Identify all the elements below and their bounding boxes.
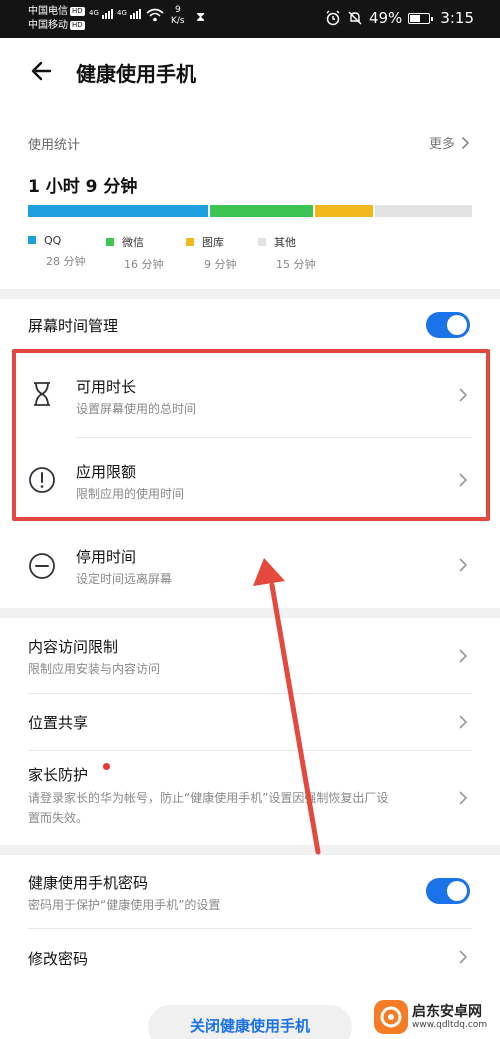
page-title: 健康使用手机 (76, 62, 196, 86)
carrier-1: 中国电信 (28, 6, 68, 17)
signal-bars-icon (129, 9, 142, 19)
app-header: 健康使用手机 (0, 38, 500, 108)
more-link[interactable]: 更多 (429, 133, 470, 152)
back-arrow-icon[interactable] (28, 56, 58, 86)
row-description: 请登录家长的华为帐号，防止“健康使用手机”设置因强制恢复出厂设 (28, 791, 389, 805)
watermark: 启东安卓网 www.qdltdq.com (370, 998, 500, 1039)
signal-1: 4G (89, 9, 114, 19)
screen-time-title: 屏幕时间管理 (28, 317, 119, 335)
notification-dot (103, 763, 110, 770)
alarm-icon (326, 10, 340, 26)
password-title: 健康使用手机密码 (28, 874, 149, 892)
row-title: 家长防护 (28, 766, 89, 784)
usage-segment (210, 205, 314, 217)
row-title: 位置共享 (28, 714, 89, 732)
divider (28, 928, 472, 929)
watermark-logo-icon (374, 1000, 408, 1034)
more-label: 更多 (428, 137, 455, 152)
carrier-info: 中国电信 HD 中国移动 HD (28, 5, 85, 33)
usage-segment (315, 205, 374, 217)
wifi-icon (146, 8, 164, 22)
hd-badge: HD (70, 7, 85, 16)
legend-color-dot (28, 236, 36, 244)
minus-circle-icon (29, 553, 55, 579)
legend-item: 微信 16 分钟 (106, 234, 164, 272)
usage-segment (375, 205, 472, 217)
legend-item: QQ 28 分钟 (28, 234, 86, 269)
section-separator (0, 608, 500, 618)
watermark-url: www.qdltdq.com (412, 1020, 488, 1030)
screen-time-toggle[interactable] (426, 312, 470, 338)
legend-item: 其他 15 分钟 (258, 234, 316, 272)
hd-badge: HD (70, 21, 85, 30)
chevron-right-icon (461, 136, 470, 149)
hourglass-status-icon: ⧗ (196, 10, 206, 25)
usage-total: 1 小时 9 分钟 (28, 177, 138, 197)
usage-segment (28, 205, 209, 217)
row-description: 置而失效。 (28, 811, 89, 825)
network-speed: 9 K/s (171, 5, 185, 26)
highlight-box (12, 349, 490, 521)
usage-stats-label: 使用统计 (28, 138, 81, 153)
chevron-right-icon (459, 715, 468, 729)
row-title: 内容访问限制 (28, 638, 119, 656)
row-title: 修改密码 (28, 950, 89, 968)
chevron-right-icon (459, 649, 468, 663)
password-subtitle: 密码用于保护“健康使用手机”的设置 (28, 898, 221, 912)
legend-color-dot (186, 238, 194, 246)
watermark-name: 启东安卓网 (412, 1004, 482, 1020)
legend-color-dot (258, 238, 266, 246)
carrier-2: 中国移动 (28, 20, 68, 31)
mute-bell-icon (348, 11, 362, 25)
legend-item: 图库 9 分钟 (186, 234, 237, 272)
section-separator (0, 845, 500, 855)
password-toggle[interactable] (426, 878, 470, 904)
legend-time: 15 分钟 (276, 258, 316, 271)
status-right: 49% 3:15 (325, 9, 474, 27)
battery-percent: 49% (368, 9, 403, 27)
row-subtitle: 限制应用安装与内容访问 (28, 662, 161, 676)
row-title: 停用时间 (76, 548, 137, 566)
close-health-button[interactable]: 关闭健康使用手机 (148, 1005, 352, 1039)
legend-time: 9 分钟 (204, 258, 237, 271)
chevron-right-icon (459, 950, 468, 964)
signal-bars-icon (101, 9, 114, 19)
chevron-right-icon (459, 791, 468, 805)
divider (28, 750, 472, 751)
legend-time: 28 分钟 (46, 255, 86, 268)
clock: 3:15 (440, 9, 474, 27)
legend-color-dot (106, 238, 114, 246)
chevron-right-icon (459, 558, 468, 572)
status-bar: 中国电信 HD 中国移动 HD 4G 4G 9 K/s ⧗ 49% 3:15 (0, 0, 500, 38)
section-separator (0, 289, 500, 299)
divider (28, 693, 472, 694)
battery-icon (408, 12, 434, 24)
legend-time: 16 分钟 (124, 258, 164, 271)
signal-2: 4G (117, 9, 142, 19)
usage-bar (28, 205, 472, 217)
row-subtitle: 设定时间远离屏幕 (76, 572, 173, 586)
